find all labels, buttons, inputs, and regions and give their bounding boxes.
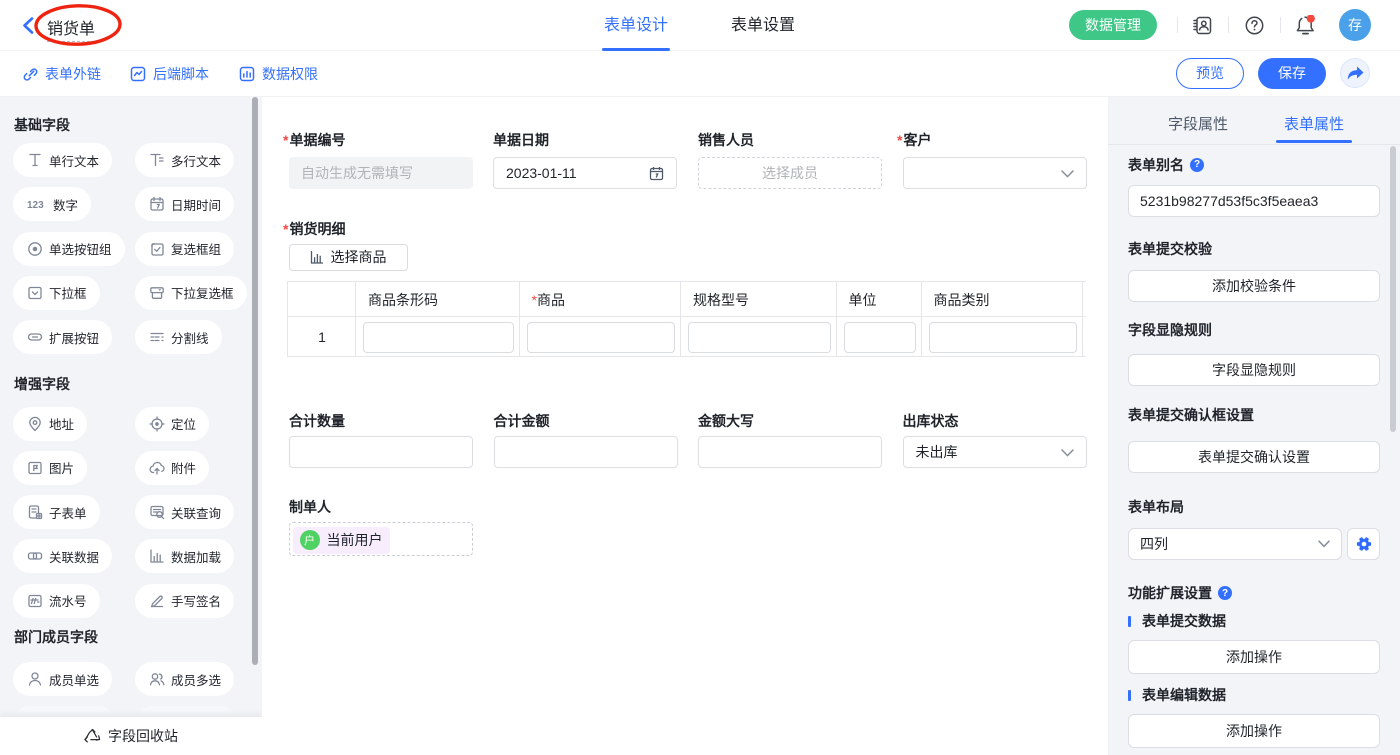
svg-text:123: 123 xyxy=(27,200,44,210)
